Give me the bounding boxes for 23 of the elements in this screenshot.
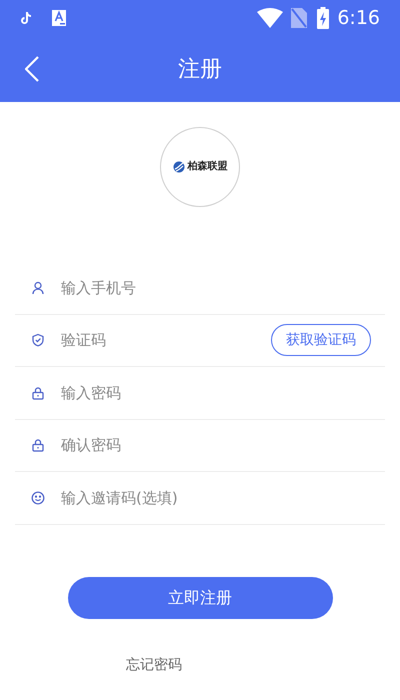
- keyboard-icon: [52, 10, 66, 26]
- logo-icon: [172, 161, 184, 173]
- lock-icon: [31, 438, 45, 452]
- forgot-password-link[interactable]: 忘记密码: [126, 654, 182, 676]
- input-field[interactable]: 输入手机号: [61, 276, 371, 299]
- get-code-button[interactable]: 获取验证码: [271, 324, 371, 356]
- battery-charging-icon: [317, 7, 330, 29]
- input-field[interactable]: 确认密码: [61, 434, 371, 456]
- logo-text: 柏森联盟: [188, 162, 228, 172]
- smiley-icon: [31, 490, 45, 505]
- status-time: 6:16: [337, 6, 380, 31]
- input-field[interactable]: 验证码: [61, 329, 271, 352]
- music-note-icon: [20, 11, 32, 25]
- lock-icon: [31, 386, 45, 400]
- user-icon: [31, 280, 45, 295]
- register-button[interactable]: 立即注册: [68, 576, 332, 618]
- input-field[interactable]: 输入密码: [61, 382, 371, 404]
- no-sim-icon: [291, 8, 308, 28]
- input-field[interactable]: 输入邀请码(选填): [61, 486, 371, 509]
- wifi-icon: [257, 8, 284, 28]
- back-icon: [25, 56, 39, 82]
- page-title: 注册: [178, 56, 222, 84]
- shield-icon: [31, 333, 45, 348]
